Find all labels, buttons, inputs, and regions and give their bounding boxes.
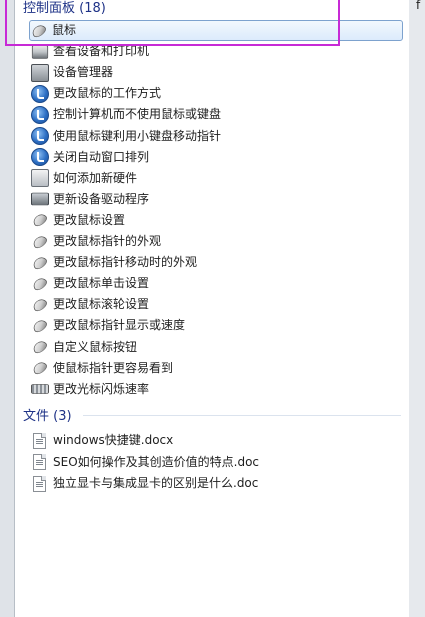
mouse-icon [31, 254, 49, 271]
control-panel-item-label: 更改鼠标单击设置 [53, 276, 150, 291]
file-item-label: windows快捷键.docx [53, 433, 174, 447]
add-hardware-icon [31, 169, 49, 188]
right-peek-text: f [416, 0, 421, 12]
file-item-label: 独立显卡与集成显卡的区别是什么.doc [53, 476, 259, 490]
control-panel-item-label: 更改鼠标指针的外观 [53, 234, 162, 248]
control-panel-item-label: 设备管理器 [53, 65, 114, 80]
control-panel-item-label: 更新设备驱动程序 [53, 191, 150, 206]
control-panel-item-label: 查看设备和打印机 [53, 44, 150, 59]
file-item[interactable]: 独立显卡与集成显卡的区别是什么.doc [31, 473, 401, 494]
control-panel-item[interactable]: 关闭自动窗口排列 [31, 147, 401, 168]
control-panel-item[interactable]: 更改鼠标设置 [31, 210, 401, 231]
control-panel-item[interactable]: 鼠标 [29, 20, 403, 41]
control-panel-item[interactable]: 更改鼠标指针显示或速度 [31, 315, 401, 336]
devices-printers-icon [31, 44, 49, 59]
control-panel-item[interactable]: 自定义鼠标按钮 [31, 337, 401, 358]
mouse-icon [31, 233, 49, 250]
mouse-icon [31, 212, 49, 229]
control-panel-item-label: 如何添加新硬件 [53, 170, 138, 185]
control-panel-item[interactable]: 控制计算机而不使用鼠标或键盘 [31, 104, 401, 125]
control-panel-item-label: 更改鼠标的工作方式 [53, 86, 162, 101]
file-item[interactable]: windows快捷键.docx [31, 430, 401, 451]
control-panel-item-label: 更改鼠标滚轮设置 [53, 297, 150, 312]
mouse-icon [30, 22, 48, 39]
mouse-icon [31, 359, 49, 377]
control-panel-item-label: 鼠标 [52, 23, 77, 37]
ease-of-access-icon [31, 148, 49, 167]
control-panel-item-label: 使鼠标指针更容易看到 [53, 360, 174, 375]
files-group-divider [83, 415, 401, 416]
control-panel-item[interactable]: 使用鼠标键利用小键盘移动指针 [31, 126, 401, 147]
control-panel-item[interactable]: 设备管理器 [31, 62, 401, 83]
control-panel-item[interactable]: 更新设备驱动程序 [31, 189, 401, 210]
ease-of-access-icon [31, 84, 49, 103]
control-panel-item[interactable]: 更改鼠标的工作方式 [31, 83, 401, 104]
mouse-icon [31, 317, 49, 335]
control-panel-item-label: 关闭自动窗口排列 [53, 149, 150, 164]
mouse-icon [31, 275, 49, 292]
control-panel-item-label: 更改光标闪烁速率 [53, 381, 150, 396]
control-panel-item-label: 使用鼠标键利用小键盘移动指针 [53, 128, 222, 143]
control-panel-item-label: 更改鼠标指针显示或速度 [53, 318, 186, 333]
control-panel-item[interactable]: 更改鼠标指针移动时的外观 [31, 252, 401, 273]
control-panel-item[interactable]: 使鼠标指针更容易看到 [31, 358, 401, 379]
control-panel-item-label: 自定义鼠标按钮 [53, 339, 138, 354]
left-window-frame [0, 0, 15, 617]
search-results-panel: 控制面板 (18) 鼠标查看设备和打印机 设备管理器更改鼠标的工作方式控制计算机而… [15, 0, 409, 617]
control-panel-item[interactable]: 更改鼠标指针的外观 [31, 231, 401, 252]
control-panel-item[interactable]: 更改鼠标单击设置 [31, 273, 401, 294]
file-item[interactable]: SEO如何操作及其创造价值的特点.doc [31, 452, 401, 473]
file-item-label: SEO如何操作及其创造价值的特点.doc [53, 454, 260, 469]
ease-of-access-icon [31, 105, 49, 124]
mouse-icon [31, 296, 49, 313]
document-icon [33, 432, 46, 449]
control-panel-item[interactable]: 更改光标闪烁速率 [31, 379, 401, 400]
document-icon [33, 475, 46, 492]
device-manager-icon [31, 63, 49, 82]
files-group-header[interactable]: 文件 (3) [23, 405, 72, 424]
device-driver-icon [31, 192, 49, 206]
mouse-icon [31, 338, 49, 356]
control-panel-item-label: 控制计算机而不使用鼠标或键盘 [53, 107, 222, 122]
control-panel-item-label: 更改鼠标指针移动时的外观 [53, 255, 198, 270]
keyboard-icon [31, 384, 49, 395]
control-panel-item[interactable]: 查看设备和打印机 [31, 41, 401, 62]
control-panel-item[interactable]: 如何添加新硬件 [31, 168, 401, 189]
document-icon [33, 454, 46, 470]
ease-of-access-icon [31, 127, 49, 145]
control-panel-item[interactable]: 更改鼠标滚轮设置 [31, 294, 401, 315]
right-window-frame [408, 0, 425, 617]
control-panel-item-label: 更改鼠标设置 [53, 212, 126, 227]
control-panel-group-header[interactable]: 控制面板 (18) [23, 0, 106, 16]
